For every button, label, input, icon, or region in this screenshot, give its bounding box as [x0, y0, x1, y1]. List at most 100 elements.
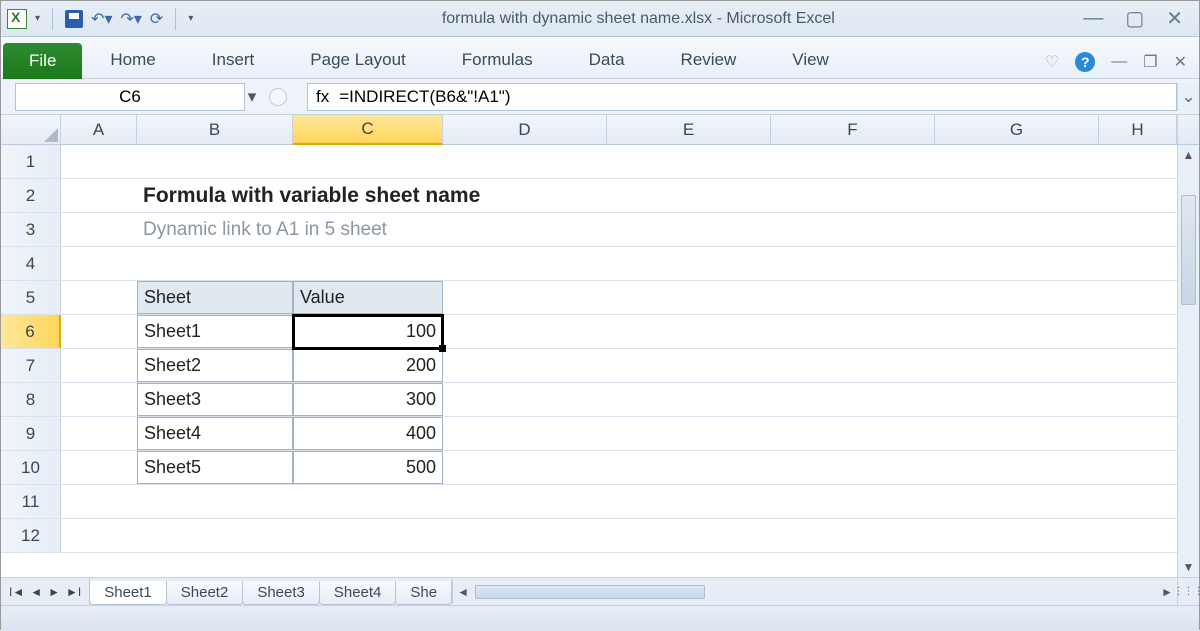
row-header-7[interactable]: 7: [1, 349, 61, 382]
sheet-tab-1[interactable]: Sheet1: [89, 581, 167, 605]
tab-data[interactable]: Data: [561, 42, 653, 78]
col-header-f[interactable]: F: [771, 115, 935, 144]
col-header-b[interactable]: B: [137, 115, 293, 144]
sheet-prev-icon[interactable]: ◄: [30, 585, 42, 599]
cell-b8[interactable]: Sheet3: [137, 383, 293, 416]
row-12[interactable]: 12: [1, 519, 1177, 553]
row-1[interactable]: 1: [1, 145, 1177, 179]
row-2[interactable]: 2 Formula with variable sheet name: [1, 179, 1177, 213]
hscroll-track[interactable]: [475, 585, 1155, 599]
tab-formulas[interactable]: Formulas: [434, 42, 561, 78]
sheet-nav: I◄ ◄ ► ►I: [1, 578, 90, 605]
cell-c6[interactable]: 100: [293, 315, 443, 348]
sheet-first-icon[interactable]: I◄: [9, 585, 24, 599]
cell-b6[interactable]: Sheet1: [137, 315, 293, 348]
heart-icon[interactable]: ♡: [1045, 52, 1059, 72]
hscroll-left-icon[interactable]: ◄: [453, 585, 473, 599]
close-icon[interactable]: ✕: [1166, 6, 1183, 31]
formula-bar: C6 ▾ fx =INDIRECT(B6&"!A1") ⌄: [1, 79, 1199, 115]
cell-b10[interactable]: Sheet5: [137, 451, 293, 484]
row-8[interactable]: 8 Sheet3 300: [1, 383, 1177, 417]
row-header-3[interactable]: 3: [1, 213, 61, 246]
sheet-tab-2[interactable]: Sheet2: [166, 581, 244, 605]
scroll-up-icon[interactable]: ▲: [1178, 145, 1199, 165]
fill-handle[interactable]: [439, 345, 446, 352]
row-header-12[interactable]: 12: [1, 519, 61, 552]
col-header-d[interactable]: D: [443, 115, 607, 144]
row-3[interactable]: 3 Dynamic link to A1 in 5 sheet: [1, 213, 1177, 247]
col-header-c[interactable]: C: [293, 115, 443, 145]
horizontal-scrollbar[interactable]: ◄ ►: [452, 578, 1177, 605]
save-icon[interactable]: [65, 10, 83, 28]
vscroll-thumb[interactable]: [1181, 195, 1196, 305]
undo-icon[interactable]: ↶▾: [91, 9, 112, 29]
tab-page-layout[interactable]: Page Layout: [282, 42, 433, 78]
fx-icon[interactable]: fx: [316, 87, 329, 107]
formula-input[interactable]: fx =INDIRECT(B6&"!A1"): [307, 83, 1177, 111]
tab-home[interactable]: Home: [82, 42, 183, 78]
row-header-11[interactable]: 11: [1, 485, 61, 518]
formula-expand-icon[interactable]: ⌄: [1177, 83, 1199, 111]
tab-insert[interactable]: Insert: [184, 42, 283, 78]
refresh-icon[interactable]: ⟳: [150, 9, 163, 29]
name-box-dropdown-icon[interactable]: ▾: [243, 87, 261, 107]
name-box[interactable]: C6: [15, 83, 245, 111]
row-6[interactable]: 6 Sheet1 100: [1, 315, 1177, 349]
ribbon-close-icon[interactable]: ✕: [1174, 52, 1187, 72]
redo-icon[interactable]: ↷▾: [120, 9, 141, 29]
cell-b7[interactable]: Sheet2: [137, 349, 293, 382]
col-header-e[interactable]: E: [607, 115, 771, 144]
help-icon[interactable]: ?: [1075, 52, 1095, 72]
row-header-8[interactable]: 8: [1, 383, 61, 416]
scroll-down-icon[interactable]: ▼: [1178, 557, 1199, 577]
sheet-tab-4[interactable]: Sheet4: [319, 581, 397, 605]
tab-review[interactable]: Review: [653, 42, 765, 78]
row-4[interactable]: 4: [1, 247, 1177, 281]
cell-c8[interactable]: 300: [293, 383, 443, 416]
cell-c9[interactable]: 400: [293, 417, 443, 450]
tab-split-icon[interactable]: ⋮⋮⋮: [1177, 578, 1199, 605]
col-header-g[interactable]: G: [935, 115, 1099, 144]
row-10[interactable]: 10 Sheet5 500: [1, 451, 1177, 485]
tab-view[interactable]: View: [764, 42, 857, 78]
table-header-value: Value: [293, 281, 443, 314]
sheet-title: Formula with variable sheet name: [137, 179, 487, 212]
row-header-1[interactable]: 1: [1, 145, 61, 178]
select-all-corner[interactable]: [1, 115, 61, 144]
ribbon-restore-icon[interactable]: ❐: [1143, 52, 1157, 72]
dropdown-icon[interactable]: ▾: [35, 13, 40, 24]
cell-c10[interactable]: 500: [293, 451, 443, 484]
vscroll-track[interactable]: [1178, 165, 1199, 557]
row-header-9[interactable]: 9: [1, 417, 61, 450]
row-11[interactable]: 11: [1, 485, 1177, 519]
minimize-icon[interactable]: —: [1083, 7, 1103, 30]
sheet-tab-3[interactable]: Sheet3: [242, 581, 320, 605]
row-header-2[interactable]: 2: [1, 179, 61, 212]
sheet-tab-bar: I◄ ◄ ► ►I Sheet1 Sheet2 Sheet3 Sheet4 Sh…: [1, 577, 1199, 605]
cancel-formula-icon[interactable]: [269, 88, 287, 106]
table-header-sheet: Sheet: [137, 281, 293, 314]
cell-c7[interactable]: 200: [293, 349, 443, 382]
row-header-10[interactable]: 10: [1, 451, 61, 484]
row-header-5[interactable]: 5: [1, 281, 61, 314]
ribbon-minimize-icon[interactable]: —: [1111, 53, 1127, 71]
sheet-last-icon[interactable]: ►I: [66, 585, 81, 599]
row-5[interactable]: 5 Sheet Value: [1, 281, 1177, 315]
row-9[interactable]: 9 Sheet4 400: [1, 417, 1177, 451]
file-tab[interactable]: File: [3, 43, 82, 79]
header-spacer: [1177, 115, 1199, 144]
cell-b9[interactable]: Sheet4: [137, 417, 293, 450]
row-header-6[interactable]: 6: [1, 315, 61, 348]
sheet-tab-5[interactable]: She: [395, 581, 452, 605]
hscroll-thumb[interactable]: [475, 585, 705, 599]
maximize-icon[interactable]: ▢: [1125, 6, 1144, 31]
row-header-4[interactable]: 4: [1, 247, 61, 280]
row-7[interactable]: 7 Sheet2 200: [1, 349, 1177, 383]
col-header-h[interactable]: H: [1099, 115, 1177, 144]
col-header-a[interactable]: A: [61, 115, 137, 144]
excel-icon: [7, 9, 27, 29]
sheet-next-icon[interactable]: ►: [48, 585, 60, 599]
title-bar: ▾ ↶▾ ↷▾ ⟳ ▾ formula with dynamic sheet n…: [1, 1, 1199, 37]
vertical-scrollbar[interactable]: ▲ ▼: [1177, 145, 1199, 577]
grid-rows[interactable]: 1 2 Formula with variable sheet name 3 D…: [1, 145, 1177, 577]
